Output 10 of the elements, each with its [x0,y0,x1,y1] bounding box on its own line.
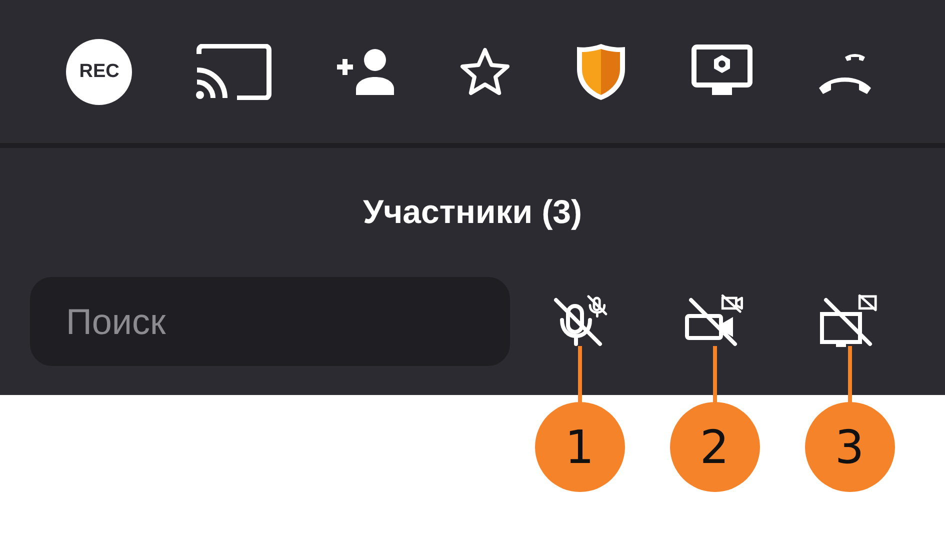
callout-number: 1 [534,402,624,492]
star-icon [458,46,512,98]
callout-number: 2 [670,402,760,492]
favorite-button[interactable] [458,46,512,98]
record-button[interactable]: REC [66,38,132,104]
search-field[interactable]: Поиск [30,277,510,366]
cast-icon [193,44,274,100]
panel-title: Участники (3) [362,192,584,232]
cast-button[interactable] [193,44,274,100]
callout-number: 3 [804,402,894,492]
